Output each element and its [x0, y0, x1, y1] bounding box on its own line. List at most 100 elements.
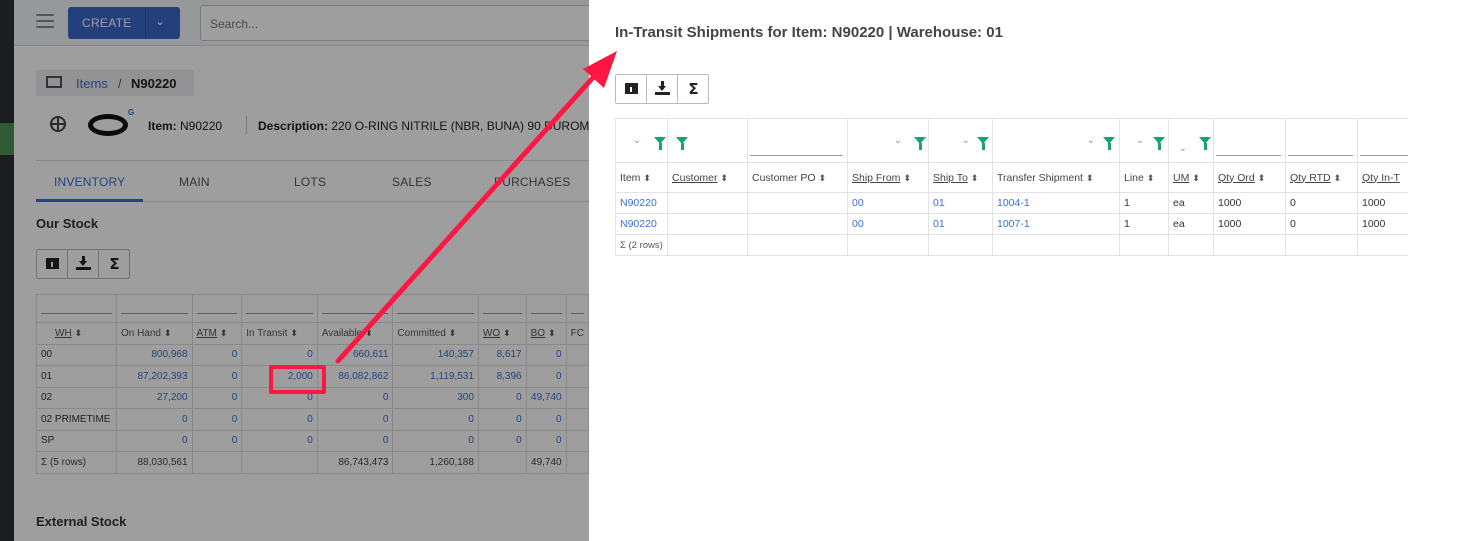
table-link-cell[interactable]: 01 — [928, 192, 993, 214]
filter-ship-from[interactable]: ⌄ — [847, 118, 929, 163]
stock-value-cell[interactable]: 0 — [191, 408, 243, 431]
summary-button[interactable]: Σ — [99, 250, 130, 278]
stock-value-cell[interactable]: 86,082,862 — [316, 365, 394, 388]
stock-value-cell[interactable]: 0 — [477, 429, 527, 452]
columns-button[interactable] — [616, 75, 647, 103]
filter-qty-in-transit[interactable] — [1357, 118, 1408, 163]
tab-lots[interactable]: LOTS — [294, 175, 326, 189]
filter-input[interactable] — [1360, 155, 1408, 156]
col-header-available[interactable]: Available ⬍ — [316, 322, 394, 345]
filter-icon[interactable] — [676, 137, 688, 150]
stock-value-cell[interactable]: 660,611 — [316, 343, 394, 366]
filter-cell[interactable] — [36, 294, 117, 323]
filter-cell[interactable] — [477, 294, 527, 323]
col-header-transfer-shipment[interactable]: Transfer Shipment ⬍ — [992, 162, 1120, 193]
table-row[interactable]: 00 800,968 0 0 660,611 140,357 8,617 0 — [36, 343, 589, 366]
filter-cell[interactable] — [525, 294, 567, 323]
filter-line[interactable]: ⌄ — [1119, 118, 1169, 163]
col-header-in-transit[interactable]: In Transit ⬍ — [241, 322, 318, 345]
col-header-on-hand[interactable]: On Hand ⬍ — [115, 322, 193, 345]
filter-customer-po[interactable] — [747, 118, 848, 163]
filter-icon[interactable] — [914, 137, 926, 150]
breadcrumb-items-link[interactable]: Items — [76, 76, 108, 91]
stock-value-cell[interactable]: 27,200 — [115, 386, 193, 409]
table-link-cell[interactable]: 01 — [928, 213, 993, 235]
stock-value-cell[interactable]: 0 — [525, 343, 567, 366]
stock-value-cell[interactable]: 0 — [477, 386, 527, 409]
col-header-committed[interactable]: Committed ⬍ — [392, 322, 479, 345]
filter-input[interactable] — [1216, 155, 1281, 156]
filter-ship-to[interactable]: ⌄ — [928, 118, 993, 163]
filter-input[interactable] — [1288, 155, 1353, 156]
col-header-atm[interactable]: ATM ⬍ — [191, 322, 243, 345]
filter-customer[interactable] — [667, 118, 748, 163]
stock-value-cell[interactable]: 0 — [477, 408, 527, 431]
filter-input[interactable] — [750, 155, 843, 156]
stock-value-cell[interactable]: 0 — [392, 408, 479, 431]
stock-value-cell[interactable]: 0 — [191, 365, 243, 388]
filter-um[interactable]: ⌄ — [1168, 118, 1214, 163]
filter-icon[interactable] — [654, 137, 666, 150]
stock-value-cell[interactable]: 140,357 — [392, 343, 479, 366]
col-header-customer-po[interactable]: Customer PO ⬍ — [747, 162, 848, 193]
tab-inventory[interactable]: INVENTORY — [54, 175, 125, 189]
stock-value-cell[interactable]: 0 — [191, 386, 243, 409]
chevron-down-icon[interactable]: ⌄ — [155, 14, 165, 28]
menu-icon[interactable] — [36, 14, 54, 30]
col-header-qty-in-transit[interactable]: Qty In-T — [1357, 162, 1408, 193]
col-header-ship-to[interactable]: Ship To ⬍ — [928, 162, 993, 193]
stock-value-cell[interactable]: 1,119,531 — [392, 365, 479, 388]
chevron-down-icon[interactable]: ⌄ — [962, 135, 970, 146]
stock-value-cell[interactable]: 0 — [191, 429, 243, 452]
col-header-line[interactable]: Line ⬍ — [1119, 162, 1169, 193]
col-header-fc[interactable]: FC — [565, 322, 589, 345]
tab-main[interactable]: MAIN — [179, 175, 210, 189]
filter-qty-rtd[interactable] — [1285, 118, 1358, 163]
table-link-cell[interactable]: 00 — [847, 213, 929, 235]
stock-value-cell[interactable]: 0 — [525, 429, 567, 452]
stock-value-cell[interactable]: 0 — [392, 429, 479, 452]
col-header-qty-rtd[interactable]: Qty RTD ⬍ — [1285, 162, 1358, 193]
filter-item[interactable]: ⌄ — [615, 118, 668, 163]
stock-value-cell[interactable]: 49,740 — [525, 386, 567, 409]
col-header-bo[interactable]: BO ⬍ — [525, 322, 567, 345]
summary-button[interactable]: Σ — [678, 75, 709, 103]
globe-icon[interactable] — [50, 116, 66, 132]
col-header-wh[interactable]: WH ⬍ — [36, 322, 117, 345]
filter-cell[interactable] — [115, 294, 193, 323]
stock-value-cell[interactable]: 0 — [191, 343, 243, 366]
filter-icon[interactable] — [1199, 137, 1211, 150]
col-header-wo[interactable]: WO ⬍ — [477, 322, 527, 345]
filter-qty-ord[interactable] — [1213, 118, 1286, 163]
table-row[interactable]: SP 0 0 0 0 0 0 0 — [36, 429, 589, 452]
stock-value-cell[interactable]: 0 — [241, 408, 318, 431]
columns-button[interactable] — [37, 250, 68, 278]
chevron-down-icon[interactable]: ⌄ — [1179, 143, 1187, 154]
filter-cell[interactable] — [392, 294, 479, 323]
tab-purchases[interactable]: PURCHASES — [494, 175, 570, 189]
filter-icon[interactable] — [1153, 137, 1165, 150]
col-header-qty-ord[interactable]: Qty Ord ⬍ — [1213, 162, 1286, 193]
stock-value-cell[interactable]: 800,968 — [115, 343, 193, 366]
stock-value-cell[interactable]: 0 — [316, 408, 394, 431]
table-link-cell[interactable]: N90220 — [615, 192, 668, 214]
stock-value-cell[interactable]: 300 — [392, 386, 479, 409]
filter-cell[interactable] — [565, 294, 589, 323]
chevron-down-icon[interactable]: ⌄ — [1087, 135, 1095, 146]
stock-value-cell[interactable]: 0 — [115, 429, 193, 452]
stock-value-cell[interactable]: 0 — [316, 386, 394, 409]
chevron-down-icon[interactable]: ⌄ — [894, 135, 902, 146]
filter-cell[interactable] — [241, 294, 318, 323]
filter-transfer-shipment[interactable]: ⌄ — [992, 118, 1120, 163]
table-row[interactable]: 02 PRIMETIME 0 0 0 0 0 0 0 — [36, 408, 589, 431]
stock-value-cell[interactable]: 0 — [115, 408, 193, 431]
stock-value-cell[interactable]: 87,202,393 — [115, 365, 193, 388]
filter-cell[interactable] — [191, 294, 243, 323]
col-header-um[interactable]: UM ⬍ — [1168, 162, 1214, 193]
stock-value-cell[interactable]: 0 — [241, 343, 318, 366]
table-link-cell[interactable]: 1004-1 — [992, 192, 1120, 214]
filter-icon[interactable] — [1103, 137, 1115, 150]
col-header-ship-from[interactable]: Ship From ⬍ — [847, 162, 929, 193]
table-link-cell[interactable]: N90220 — [615, 213, 668, 235]
filter-cell[interactable] — [316, 294, 394, 323]
